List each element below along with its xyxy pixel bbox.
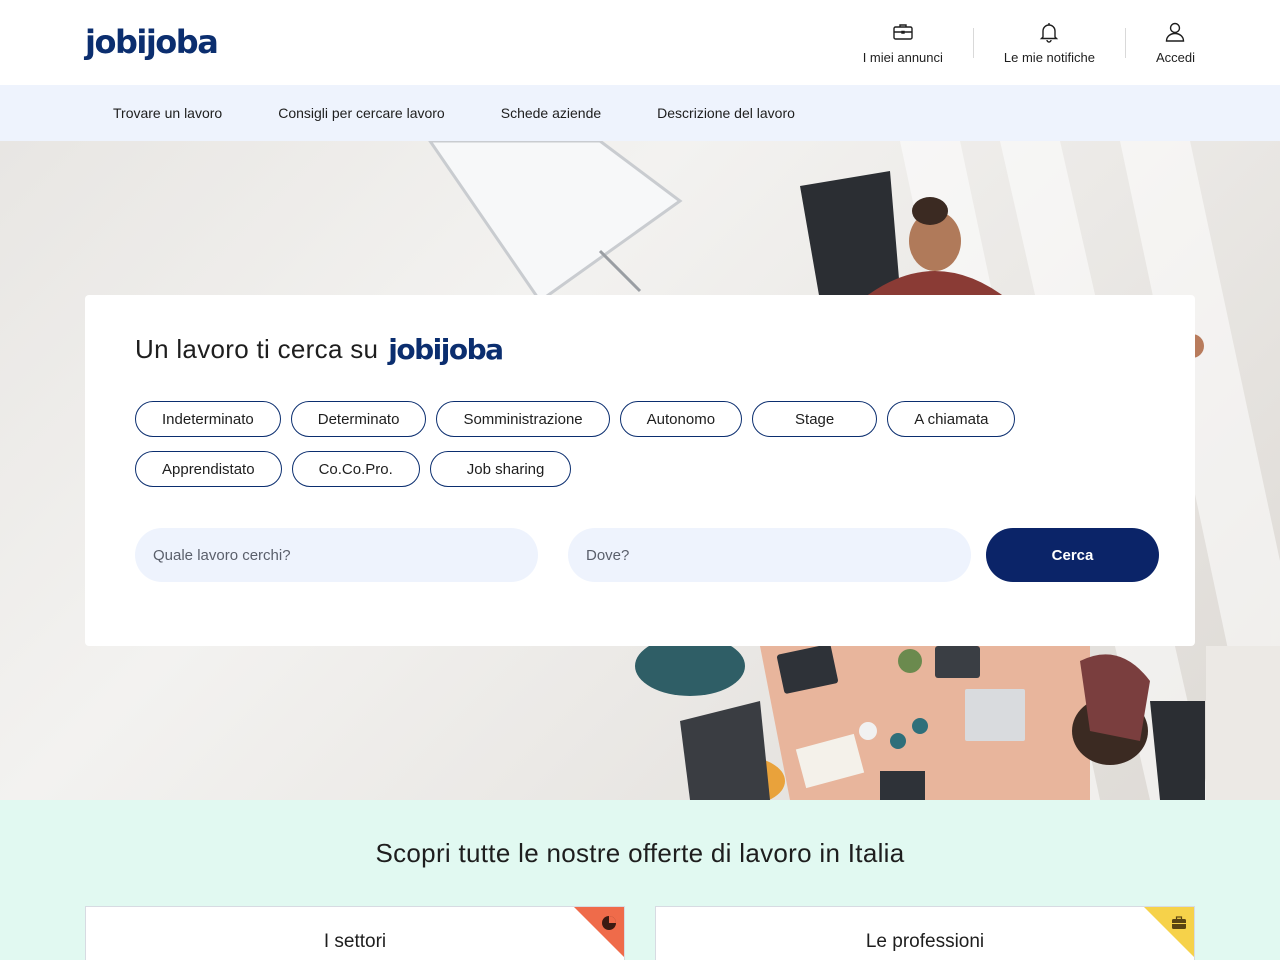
my-ads-button[interactable]: I miei annunci: [833, 0, 973, 85]
header-actions: I miei annunci Le mie notifiche Accedi: [833, 0, 1195, 85]
briefcase-icon: [893, 24, 913, 40]
chip-apprendistato[interactable]: Apprendistato: [135, 451, 282, 487]
jobijoba-logo[interactable]: jobijoba: [85, 17, 219, 67]
briefcase-icon: [1172, 916, 1186, 929]
user-icon: [1166, 22, 1185, 42]
professions-card[interactable]: Le professioni: [655, 906, 1195, 960]
logo-text: jobijoba: [85, 23, 219, 61]
nav-item-company-profiles[interactable]: Schede aziende: [501, 105, 601, 121]
notifications-label: Le mie notifiche: [1003, 50, 1095, 65]
nav-item-find-job[interactable]: Trovare un lavoro: [113, 105, 222, 121]
chip-a-chiamata[interactable]: A chiamata: [887, 401, 1016, 437]
login-label: Accedi: [1155, 50, 1195, 65]
my-ads-label: I miei annunci: [862, 50, 943, 65]
search-button[interactable]: Cerca: [986, 528, 1159, 582]
job-search-card: Un lavoro ti cerca su jobijoba Indetermi…: [85, 295, 1195, 646]
pie-chart-icon: [602, 916, 616, 930]
chip-somministrazione[interactable]: Somministrazione: [436, 401, 610, 437]
search-title-text: Un lavoro ti cerca su: [135, 334, 379, 364]
contract-type-row: Indeterminato Determinato Somministrazio…: [135, 401, 1135, 437]
contract-type-filters: Indeterminato Determinato Somministrazio…: [135, 401, 1135, 501]
search-title-brand: jobijoba: [388, 333, 504, 366]
notifications-button[interactable]: Le mie notifiche: [974, 0, 1125, 85]
sectors-card[interactable]: I settori: [85, 906, 625, 960]
chip-indeterminato[interactable]: Indeterminato: [135, 401, 281, 437]
nav-item-job-search-tips[interactable]: Consigli per cercare lavoro: [278, 105, 445, 121]
location-input[interactable]: [568, 528, 971, 582]
login-button[interactable]: Accedi: [1126, 0, 1195, 85]
contract-type-row: Apprendistato Co.Co.Pro. Job sharing: [135, 451, 1135, 487]
chip-determinato[interactable]: Determinato: [290, 401, 427, 437]
sectors-card-label: I settori: [323, 931, 387, 952]
offers-section: Scopri tutte le nostre offerte di lavoro…: [0, 800, 1280, 960]
chip-job-sharing[interactable]: Job sharing: [429, 451, 572, 487]
search-form: Cerca: [135, 528, 1159, 582]
chip-autonomo[interactable]: Autonomo: [619, 401, 743, 437]
search-card-title: Un lavoro ti cerca su jobijoba: [135, 333, 504, 366]
professions-card-label: Le professioni: [865, 931, 985, 952]
site-header: jobijoba I miei annunci Le mie notifiche: [0, 0, 1280, 85]
chip-cocopro[interactable]: Co.Co.Pro.: [291, 451, 420, 487]
bell-icon: [1040, 23, 1059, 43]
nav-item-job-descriptions[interactable]: Descrizione del lavoro: [657, 105, 795, 121]
chip-stage[interactable]: Stage: [752, 401, 878, 437]
offers-title: Scopri tutte le nostre offerte di lavoro…: [375, 838, 905, 868]
job-keyword-input[interactable]: [135, 528, 538, 582]
main-nav: Trovare un lavoro Consigli per cercare l…: [0, 85, 1280, 141]
